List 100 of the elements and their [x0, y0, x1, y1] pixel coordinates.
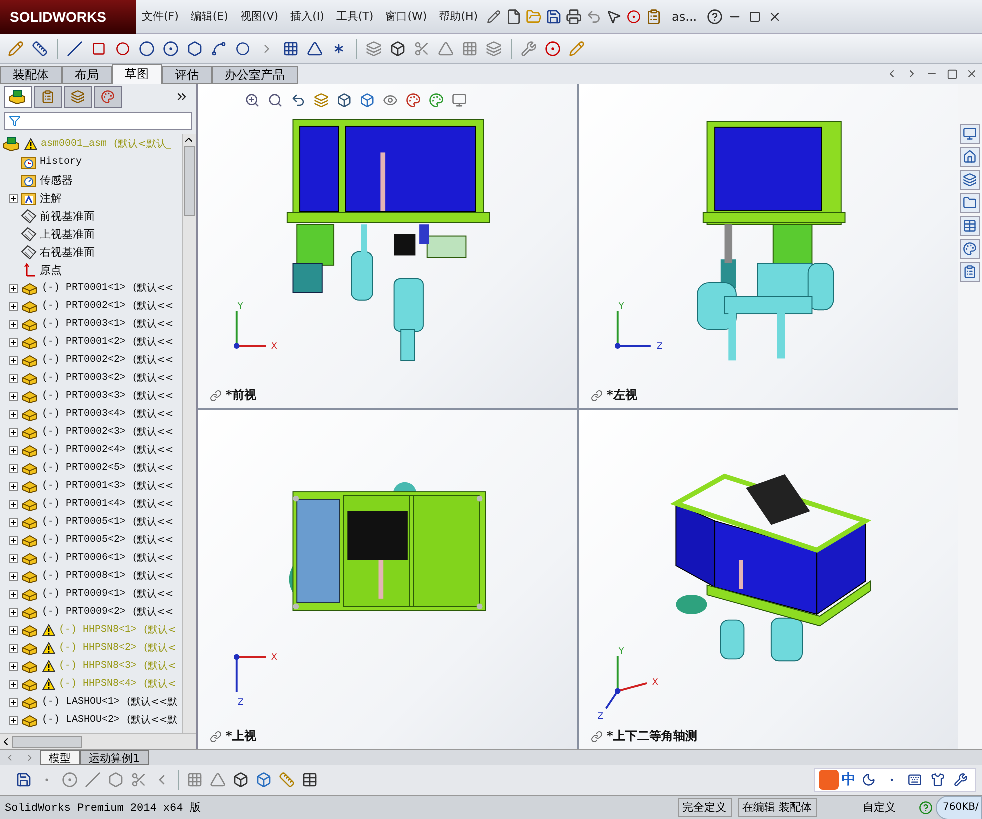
- menu-item[interactable]: 窗口(W): [380, 6, 434, 28]
- tree-item-label[interactable]: (-) PRT0003<2>: [42, 372, 126, 384]
- circle-icon[interactable]: [137, 38, 157, 58]
- tree-item-label[interactable]: (-) PRT0001<1>: [42, 282, 126, 294]
- configuration-manager-tab[interactable]: [64, 86, 92, 108]
- scrollbar-thumb[interactable]: [12, 736, 82, 748]
- tree-item-label[interactable]: 前视基准面: [40, 208, 95, 224]
- sketch-icon[interactable]: [6, 38, 26, 58]
- warning-icon: [42, 642, 56, 654]
- target-icon[interactable]: [543, 38, 563, 58]
- expand-toggle[interactable]: [9, 554, 18, 562]
- expand-toggle[interactable]: [9, 464, 18, 472]
- menu-item[interactable]: 工具(T): [330, 6, 380, 28]
- tree-item-label[interactable]: (-) PRT0002<3>: [42, 426, 126, 438]
- expand-toggle[interactable]: [9, 482, 18, 490]
- repair-icon[interactable]: [519, 38, 539, 58]
- expand-toggle[interactable]: [9, 356, 18, 364]
- expand-toggle[interactable]: [9, 302, 18, 310]
- tree-item-label[interactable]: History: [40, 156, 82, 168]
- expand-toggle[interactable]: [9, 662, 18, 670]
- menu-item[interactable]: 帮助(H): [433, 6, 484, 28]
- print-icon[interactable]: [564, 6, 584, 26]
- expand-toggle[interactable]: [9, 608, 18, 616]
- tree-item-label[interactable]: (-) PRT0002<4>: [42, 444, 126, 456]
- expand-toggle[interactable]: [9, 194, 18, 202]
- expand-toggle[interactable]: [9, 410, 18, 418]
- menu-item[interactable]: 文件(F): [136, 6, 185, 28]
- expand-toggle[interactable]: [9, 590, 18, 598]
- model-tab[interactable]: 运动算例1: [80, 750, 149, 765]
- feature-manager-tab[interactable]: [4, 86, 32, 108]
- expand-toggle[interactable]: [9, 320, 18, 328]
- expand-toggle[interactable]: [9, 716, 18, 724]
- tree-item-label[interactable]: 上视基准面: [40, 226, 95, 242]
- vertical-scrollbar[interactable]: [182, 134, 196, 733]
- expand-toggle[interactable]: [9, 518, 18, 526]
- graphics-viewport[interactable]: Y Z *左视: [579, 84, 958, 408]
- tree-item-label[interactable]: (-) PRT0003<3>: [42, 390, 126, 402]
- folder-icon[interactable]: [960, 193, 980, 213]
- expand-toggle[interactable]: [9, 446, 18, 454]
- scrollbar-thumb[interactable]: [184, 146, 195, 216]
- menu-item[interactable]: 编辑(E): [184, 6, 234, 28]
- expand-toggle[interactable]: [9, 644, 18, 652]
- tree-item-label[interactable]: (-) PRT0009<1>: [42, 588, 126, 600]
- expand-toggle[interactable]: [9, 572, 18, 580]
- menu-item[interactable]: 插入(I): [284, 6, 330, 28]
- tree-item-label[interactable]: (-) PRT0002<1>: [42, 300, 126, 312]
- tree-item-label[interactable]: (-) PRT0005<1>: [42, 516, 126, 528]
- appearance-tab[interactable]: [94, 86, 122, 108]
- expand-toggle[interactable]: [9, 698, 18, 706]
- filter-field[interactable]: [4, 112, 192, 130]
- tree-item-label[interactable]: (-) PRT0008<1>: [42, 570, 126, 582]
- command-tab[interactable]: 草图: [112, 64, 162, 84]
- assembly-icon: [9, 89, 27, 105]
- tree-item-label[interactable]: (-) PRT0001<2>: [42, 336, 126, 348]
- command-tab[interactable]: 办公室产品: [212, 66, 298, 84]
- tree-item-label[interactable]: (-) PRT0005<2>: [42, 534, 126, 546]
- axis-triad-icon: [234, 654, 266, 692]
- horizontal-scrollbar[interactable]: [0, 733, 196, 749]
- expand-toggle[interactable]: [9, 338, 18, 346]
- command-tab[interactable]: 布局: [62, 66, 112, 84]
- property-manager-tab[interactable]: [34, 86, 62, 108]
- expand-toggle[interactable]: [9, 284, 18, 292]
- menu-item[interactable]: 视图(V): [234, 6, 285, 28]
- model-tab[interactable]: 模型: [40, 750, 80, 765]
- expand-toggle[interactable]: [9, 392, 18, 400]
- tree-item-label[interactable]: (-) PRT0003<4>: [42, 408, 126, 420]
- appearance-icon[interactable]: [960, 239, 980, 259]
- smart-dimension-icon[interactable]: [30, 38, 50, 58]
- tree-item-label[interactable]: (-) PRT0002<2>: [42, 354, 126, 366]
- tree-item-label[interactable]: (-) PRT0001<4>: [42, 498, 126, 510]
- help-icon[interactable]: [705, 6, 726, 26]
- configuration-label: (默认<<: [133, 372, 174, 385]
- line-icon[interactable]: [65, 38, 85, 58]
- expand-toggle[interactable]: [9, 680, 18, 688]
- tree-item-label[interactable]: (-) LASHOU<2>: [42, 714, 120, 726]
- tree-item-label[interactable]: (-) PRT0006<1>: [42, 552, 126, 564]
- tree-item-label[interactable]: 右视基准面: [40, 244, 95, 260]
- expand-toggle[interactable]: [9, 536, 18, 544]
- rapid-sketch-icon[interactable]: [567, 38, 587, 58]
- tree-item-label[interactable]: 传感器: [40, 172, 73, 188]
- tree-item-label[interactable]: (-) PRT0009<2>: [42, 606, 126, 618]
- graphics-viewport[interactable]: Y X Z *上下二等角轴测: [579, 410, 958, 749]
- tree-item-label[interactable]: (-) PRT0002<5>: [42, 462, 126, 474]
- ime-mode-label[interactable]: 中: [842, 771, 856, 789]
- configuration-label: (默认<<: [133, 426, 174, 439]
- tree-item-label[interactable]: (-) PRT0001<3>: [42, 480, 126, 492]
- expand-toggle[interactable]: [9, 500, 18, 508]
- tree-item-label[interactable]: (-) PRT0003<1>: [42, 318, 126, 330]
- tree-item-label[interactable]: 注解: [40, 190, 62, 206]
- status-field[interactable]: 自定义: [863, 800, 896, 815]
- graphics-viewport[interactable]: X Z *上视: [198, 410, 577, 749]
- command-tab[interactable]: 评估: [162, 66, 212, 84]
- tree-item-label[interactable]: 原点: [40, 262, 62, 278]
- expand-toggle[interactable]: [9, 428, 18, 436]
- home-icon[interactable]: [960, 147, 980, 167]
- tree-item-label[interactable]: (-) LASHOU<1>: [42, 696, 120, 708]
- graphics-viewport[interactable]: Y X *前视: [198, 84, 577, 408]
- expand-toggle[interactable]: [9, 626, 18, 634]
- command-tab[interactable]: 装配体: [0, 66, 62, 84]
- expand-toggle[interactable]: [9, 374, 18, 382]
